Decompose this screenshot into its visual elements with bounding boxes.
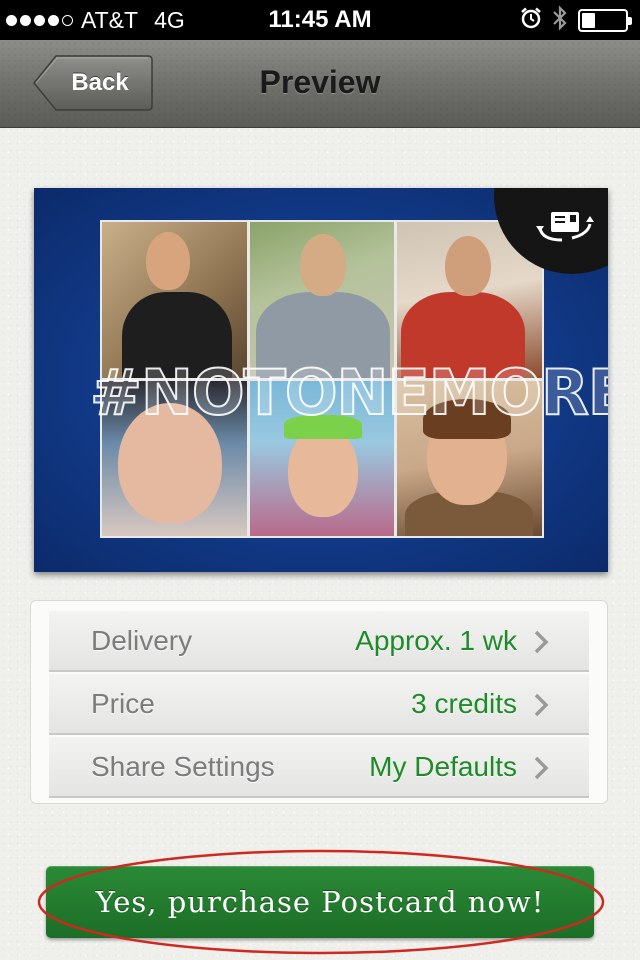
postcard-flip-icon[interactable] bbox=[532, 206, 598, 251]
navigation-bar: Back Preview bbox=[0, 40, 640, 128]
status-bar: AT&T 4G 11:45 AM bbox=[0, 0, 640, 40]
chevron-right-icon bbox=[533, 692, 549, 723]
price-row[interactable]: Price 3 credits bbox=[49, 674, 589, 735]
status-right bbox=[520, 4, 632, 36]
share-settings-label: Share Settings bbox=[91, 750, 275, 782]
postcard-hashtag: #NOTONEMORE bbox=[89, 355, 608, 430]
share-settings-value: My Defaults bbox=[369, 750, 517, 782]
delivery-row[interactable]: Delivery Approx. 1 wk bbox=[49, 611, 589, 672]
purchase-area: Yes, purchase Postcard now! bbox=[36, 846, 608, 956]
share-settings-row[interactable]: Share Settings My Defaults bbox=[49, 737, 589, 798]
chevron-right-icon bbox=[533, 755, 549, 786]
chevron-right-icon bbox=[533, 629, 549, 660]
postcard-preview[interactable]: #NOTONEMORE bbox=[34, 188, 608, 572]
delivery-label: Delivery bbox=[91, 624, 193, 656]
price-label: Price bbox=[91, 687, 155, 719]
alarm-clock-icon bbox=[520, 7, 542, 34]
collage-photo bbox=[249, 222, 395, 378]
bluetooth-icon bbox=[552, 4, 568, 36]
price-value: 3 credits bbox=[411, 687, 517, 719]
delivery-value: Approx. 1 wk bbox=[355, 624, 517, 656]
purchase-postcard-button[interactable]: Yes, purchase Postcard now! bbox=[46, 866, 594, 938]
collage-photo bbox=[102, 222, 247, 378]
postcard-options: Delivery Approx. 1 wk Price 3 credits Sh… bbox=[30, 600, 608, 804]
battery-level bbox=[582, 12, 595, 28]
page-title: Preview bbox=[259, 64, 381, 100]
battery-icon bbox=[578, 8, 632, 32]
